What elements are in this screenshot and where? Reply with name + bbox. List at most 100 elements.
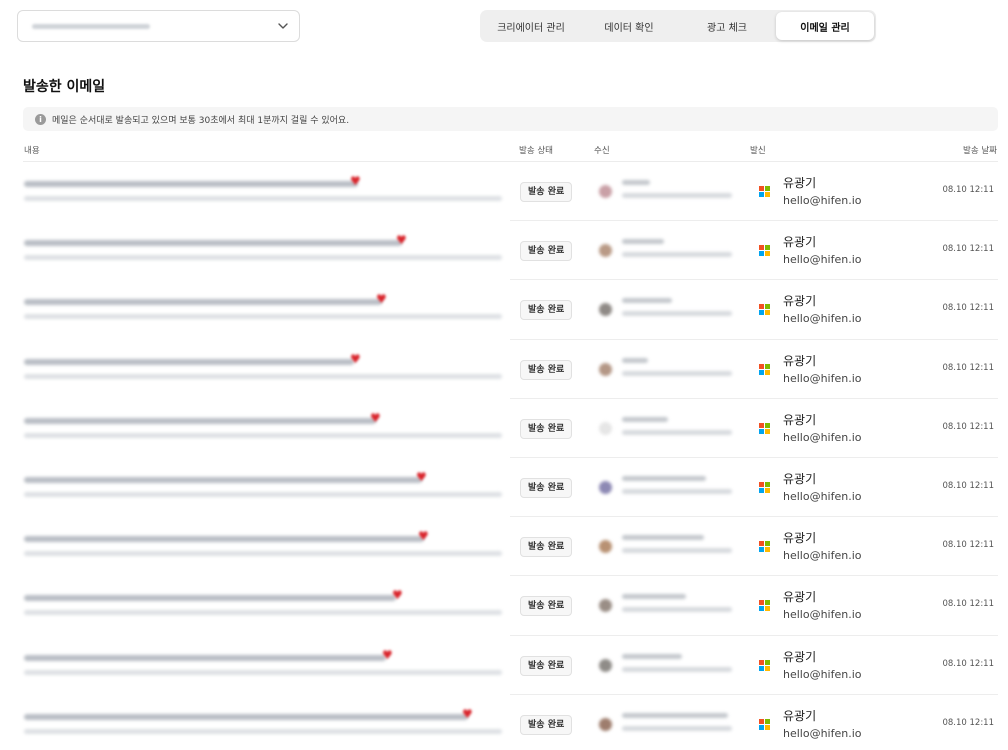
workspace-select[interactable] (17, 10, 300, 42)
sender-email: hello@hifen.io (783, 253, 862, 267)
recipient-name-blurred (622, 594, 686, 600)
status-badge: 발송 완료 (520, 182, 573, 202)
email-preview-blurred (24, 669, 502, 675)
email-list: ♥ 발송 완료 유광기 hello@hifen.io 08.10 12:11 ♥… (0, 162, 1008, 750)
info-text: 메일은 순서대로 발송되고 있으며 보통 30초에서 최대 1분까지 걸릴 수 … (52, 115, 350, 126)
status-badge: 발송 완료 (520, 418, 573, 439)
heart-icon: ♥ (462, 706, 473, 721)
email-preview-blurred (24, 610, 502, 616)
sender-email: hello@hifen.io (783, 312, 862, 326)
heart-icon: ♥ (350, 174, 361, 188)
microsoft-logo-icon (759, 659, 770, 671)
info-icon: i (35, 113, 46, 125)
email-subject-blurred (24, 417, 376, 424)
sender-name: 유광기 (783, 649, 817, 664)
status-badge: 발송 완료 (520, 537, 573, 558)
tab-email-management[interactable]: 이메일 관리 (776, 12, 874, 40)
table-row[interactable]: ♥ 발송 완료 유광기 hello@hifen.io 08.10 12:11 (0, 695, 1008, 750)
page-title: 발송한 이메일 (23, 79, 106, 95)
table-row[interactable]: ♥ 발송 완료 유광기 hello@hifen.io 08.10 12:11 (0, 458, 1008, 518)
recipient-name-blurred (622, 653, 682, 659)
recipient-email-blurred (622, 607, 732, 613)
email-subject-blurred (24, 181, 358, 187)
status-badge: 발송 완료 (520, 655, 573, 676)
sender-name: 유광기 (783, 235, 817, 250)
recipient-avatar (599, 658, 612, 672)
recipient-name-blurred (622, 535, 704, 541)
recipient-email-blurred (622, 193, 732, 198)
email-preview-blurred (24, 491, 502, 497)
sender-name: 유광기 (783, 353, 817, 368)
recipient-avatar (599, 244, 612, 258)
email-subject-blurred (24, 299, 382, 306)
sent-date: 08.10 12:11 (942, 717, 994, 728)
email-subject-blurred (24, 358, 354, 365)
table-header: 내용 발송 상태 수신 발신 발송 날짜 (23, 140, 998, 162)
recipient-avatar (599, 480, 612, 494)
sent-date: 08.10 12:11 (942, 362, 994, 373)
recipient-avatar (599, 421, 612, 435)
status-badge: 발송 완료 (520, 477, 573, 498)
email-preview-blurred (24, 314, 502, 320)
microsoft-logo-icon (759, 718, 770, 730)
email-subject-blurred (24, 595, 396, 602)
email-subject-blurred (24, 654, 386, 661)
table-row[interactable]: ♥ 발송 완료 유광기 hello@hifen.io 08.10 12:11 (0, 636, 1008, 695)
sender-email: hello@hifen.io (783, 608, 862, 622)
recipient-email-blurred (622, 252, 732, 258)
microsoft-logo-icon (759, 304, 770, 316)
recipient-name-blurred (622, 475, 706, 481)
recipient-avatar (599, 185, 612, 198)
column-header-content: 내용 (24, 146, 40, 156)
microsoft-logo-icon (759, 245, 770, 257)
heart-icon: ♥ (370, 410, 381, 425)
sent-date: 08.10 12:11 (942, 658, 994, 669)
sender-name: 유광기 (783, 294, 817, 309)
recipient-name-blurred (622, 357, 648, 363)
email-preview-blurred (24, 196, 502, 201)
table-row[interactable]: ♥ 발송 완료 유광기 hello@hifen.io 08.10 12:11 (0, 162, 1008, 222)
email-preview-blurred (24, 432, 502, 438)
heart-icon: ♥ (392, 588, 403, 603)
table-row[interactable]: ♥ 발송 완료 유광기 hello@hifen.io 08.10 12:11 (0, 399, 1008, 458)
status-badge: 발송 완료 (520, 596, 573, 617)
sender-email: hello@hifen.io (783, 667, 862, 681)
microsoft-logo-icon (759, 363, 770, 375)
heart-icon: ♥ (350, 351, 361, 366)
microsoft-logo-icon (759, 422, 770, 434)
recipient-name-blurred (622, 180, 650, 185)
email-preview-blurred (24, 255, 502, 261)
table-row[interactable]: ♥ 발송 완료 유광기 hello@hifen.io 08.10 12:11 (0, 517, 1008, 577)
tab-bar: 크리에이터 관리 데이터 확인 광고 체크 이메일 관리 (480, 10, 876, 42)
email-preview-blurred (24, 728, 502, 734)
recipient-name-blurred (622, 712, 728, 718)
table-row[interactable]: ♥ 발송 완료 유광기 hello@hifen.io 08.10 12:11 (0, 280, 1008, 340)
recipient-avatar (599, 717, 612, 731)
recipient-name-blurred (622, 239, 664, 245)
email-subject-blurred (24, 240, 402, 247)
sender-email: hello@hifen.io (783, 194, 862, 207)
tab-creator-management[interactable]: 크리에이터 관리 (482, 12, 580, 40)
workspace-select-value-blurred (32, 24, 150, 29)
column-header-recipient: 수신 (594, 146, 610, 156)
microsoft-logo-icon (759, 186, 770, 197)
microsoft-logo-icon (759, 600, 770, 612)
sender-name: 유광기 (783, 412, 817, 427)
sender-name: 유광기 (783, 471, 817, 486)
info-banner: i 메일은 순서대로 발송되고 있으며 보통 30초에서 최대 1분까지 걸릴 … (23, 107, 998, 131)
recipient-avatar (599, 599, 612, 613)
heart-icon: ♥ (418, 529, 429, 544)
tab-data-check[interactable]: 데이터 확인 (580, 12, 678, 40)
recipient-email-blurred (622, 429, 732, 435)
status-badge: 발송 완료 (520, 359, 573, 380)
tab-ad-check[interactable]: 광고 체크 (678, 12, 776, 40)
chevron-down-icon (278, 23, 288, 29)
table-row[interactable]: ♥ 발송 완료 유광기 hello@hifen.io 08.10 12:11 (0, 221, 1008, 281)
recipient-email-blurred (622, 666, 732, 672)
table-row[interactable]: ♥ 발송 완료 유광기 hello@hifen.io 08.10 12:11 (0, 576, 1008, 636)
table-row[interactable]: ♥ 발송 완료 유광기 hello@hifen.io 08.10 12:11 (0, 340, 1008, 399)
sent-date: 08.10 12:11 (942, 185, 994, 195)
recipient-email-blurred (622, 725, 732, 731)
heart-icon: ♥ (376, 292, 387, 307)
recipient-name-blurred (622, 298, 672, 304)
